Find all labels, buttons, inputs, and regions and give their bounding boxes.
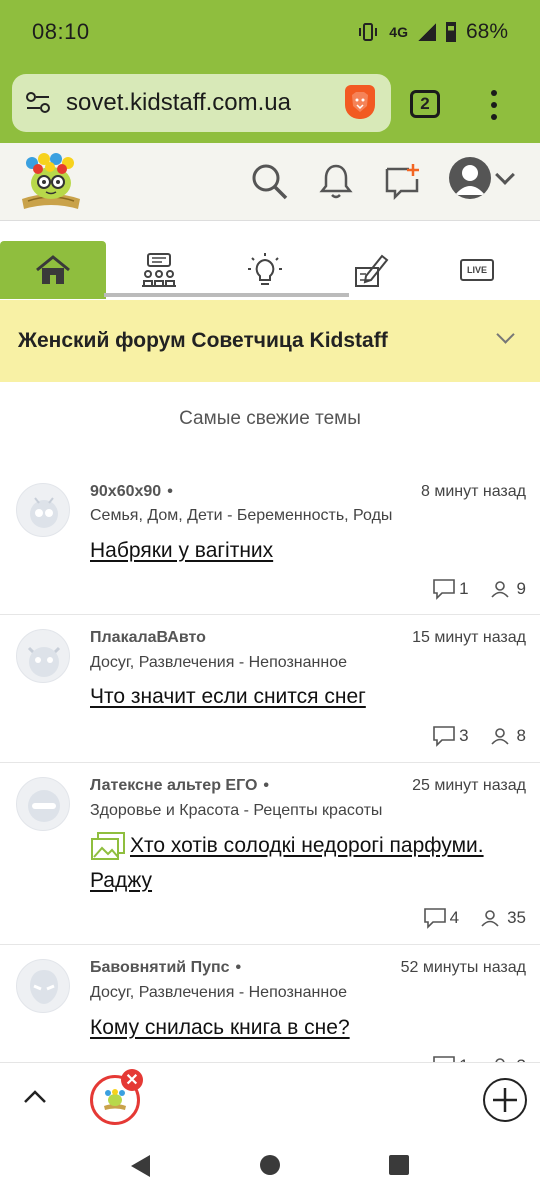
battery-icon bbox=[445, 22, 456, 42]
comment-icon bbox=[433, 579, 455, 600]
tab-home[interactable] bbox=[0, 241, 106, 299]
brave-shields-icon[interactable] bbox=[345, 85, 375, 119]
post-time: 25 минут назад bbox=[412, 777, 526, 794]
nav-divider bbox=[104, 293, 349, 297]
post-title[interactable]: Набряки у вагітних bbox=[90, 533, 273, 568]
tab-meetings[interactable] bbox=[106, 241, 212, 299]
tab-ideas[interactable] bbox=[212, 241, 318, 299]
topic-item[interactable]: ПлакалаВАвто 15 минут назад Досуг, Развл… bbox=[0, 615, 540, 763]
user-icon bbox=[481, 910, 499, 927]
add-icon[interactable] bbox=[482, 1077, 528, 1123]
post-title-line2[interactable]: Раджу bbox=[90, 863, 152, 898]
battery-percent: 68% bbox=[465, 20, 508, 43]
post-author[interactable]: ПлакалаВАвто bbox=[90, 629, 206, 647]
comment-count: 4 bbox=[449, 908, 460, 927]
tab-switcher-button[interactable]: 2 bbox=[410, 90, 440, 118]
site-settings-icon[interactable] bbox=[26, 92, 50, 114]
post-time: 15 минут назад bbox=[412, 629, 526, 646]
avatar[interactable] bbox=[16, 777, 70, 831]
post-time: 8 минут назад bbox=[420, 483, 526, 500]
user-avatar[interactable] bbox=[449, 157, 491, 199]
system-nav bbox=[0, 1136, 540, 1200]
browser-bottom-bar: ✕ bbox=[0, 1062, 540, 1136]
post-title[interactable]: Что значит если снится снег bbox=[90, 679, 366, 714]
browser-menu-icon[interactable] bbox=[488, 90, 500, 120]
post-time: 52 минуты назад bbox=[400, 959, 526, 976]
forum-title-bar[interactable]: Женский форум Советчица Kidstaff bbox=[0, 300, 540, 382]
recents-icon[interactable] bbox=[388, 1154, 410, 1176]
post-title[interactable]: Кому снилась книга в сне? bbox=[90, 1010, 350, 1045]
post-category[interactable]: Семья, Дом, Дети - Беременность, Роды bbox=[90, 507, 392, 525]
comment-count: 1 bbox=[459, 579, 469, 598]
chevron-up-icon[interactable] bbox=[22, 1087, 48, 1105]
bell-icon[interactable] bbox=[316, 161, 356, 201]
view-count: 8 bbox=[516, 726, 526, 745]
avatar[interactable] bbox=[16, 629, 70, 683]
search-icon[interactable] bbox=[249, 161, 289, 201]
section-heading: Самые свежие темы bbox=[179, 408, 361, 429]
url-text[interactable]: sovet.kidstaff.com.ua bbox=[66, 89, 291, 117]
user-icon bbox=[490, 728, 509, 745]
post-author[interactable]: Латексне альтер ЕГО bbox=[90, 777, 257, 794]
post-author[interactable]: Бавовнятий Пупс bbox=[90, 959, 230, 976]
post-title[interactable]: Хто хотів солодкі недорогі парфуми. bbox=[130, 828, 484, 863]
topic-item[interactable]: Латексне альтер ЕГО • 25 минут назад Здор… bbox=[0, 763, 540, 945]
post-category[interactable]: Здоровье и Красота - Рецепты красоты bbox=[90, 802, 382, 820]
topic-item[interactable]: Бавовнятий Пупс • 52 минуты назад Досуг, … bbox=[0, 945, 540, 1077]
write-icon bbox=[355, 254, 389, 287]
kidstaff-favicon bbox=[104, 1089, 126, 1110]
vibrate-icon bbox=[359, 23, 378, 41]
avatar[interactable] bbox=[16, 483, 70, 537]
avatar[interactable] bbox=[16, 959, 70, 1013]
chevron-down-icon[interactable] bbox=[496, 325, 515, 344]
home-icon bbox=[36, 255, 70, 284]
back-icon[interactable] bbox=[128, 1153, 152, 1179]
comment-icon bbox=[423, 908, 446, 929]
home-nav-icon[interactable] bbox=[259, 1154, 281, 1176]
status-bar: 08:10 4G 68% bbox=[0, 0, 540, 64]
tab-live[interactable]: LIVE bbox=[424, 241, 530, 299]
tab-write[interactable] bbox=[318, 241, 424, 299]
kidstaff-logo[interactable] bbox=[18, 151, 84, 213]
view-count: 35 bbox=[507, 908, 526, 927]
meeting-icon bbox=[142, 253, 176, 287]
image-icon bbox=[91, 832, 125, 860]
browser-chrome: 08:10 4G 68% sovet.kidstaff.com.ua 2 bbox=[0, 0, 540, 143]
forum-title: Женский форум Советчица Kidstaff bbox=[18, 329, 388, 352]
topic-item[interactable]: 90x60x90 • 8 минут назад Семья, Дом, Дети… bbox=[0, 465, 540, 615]
user-icon bbox=[490, 581, 509, 598]
section-nav: LIVE bbox=[0, 241, 540, 299]
signal-icon bbox=[417, 23, 436, 41]
status-time: 08:10 bbox=[32, 19, 90, 44]
post-category[interactable]: Досуг, Развлечения - Непознанное bbox=[90, 654, 347, 672]
comment-count: 3 bbox=[459, 726, 469, 745]
comment-icon bbox=[433, 726, 455, 747]
live-icon: LIVE bbox=[460, 259, 494, 281]
close-icon[interactable]: ✕ bbox=[121, 1069, 143, 1091]
address-bar[interactable]: sovet.kidstaff.com.ua bbox=[12, 74, 391, 132]
post-category[interactable]: Досуг, Развлечения - Непознанное bbox=[90, 984, 347, 1002]
idea-icon bbox=[248, 253, 282, 285]
post-author[interactable]: 90x60x90 bbox=[90, 483, 161, 500]
view-count: 9 bbox=[516, 579, 526, 598]
network-label: 4G bbox=[389, 24, 408, 40]
new-message-icon[interactable] bbox=[383, 161, 423, 201]
